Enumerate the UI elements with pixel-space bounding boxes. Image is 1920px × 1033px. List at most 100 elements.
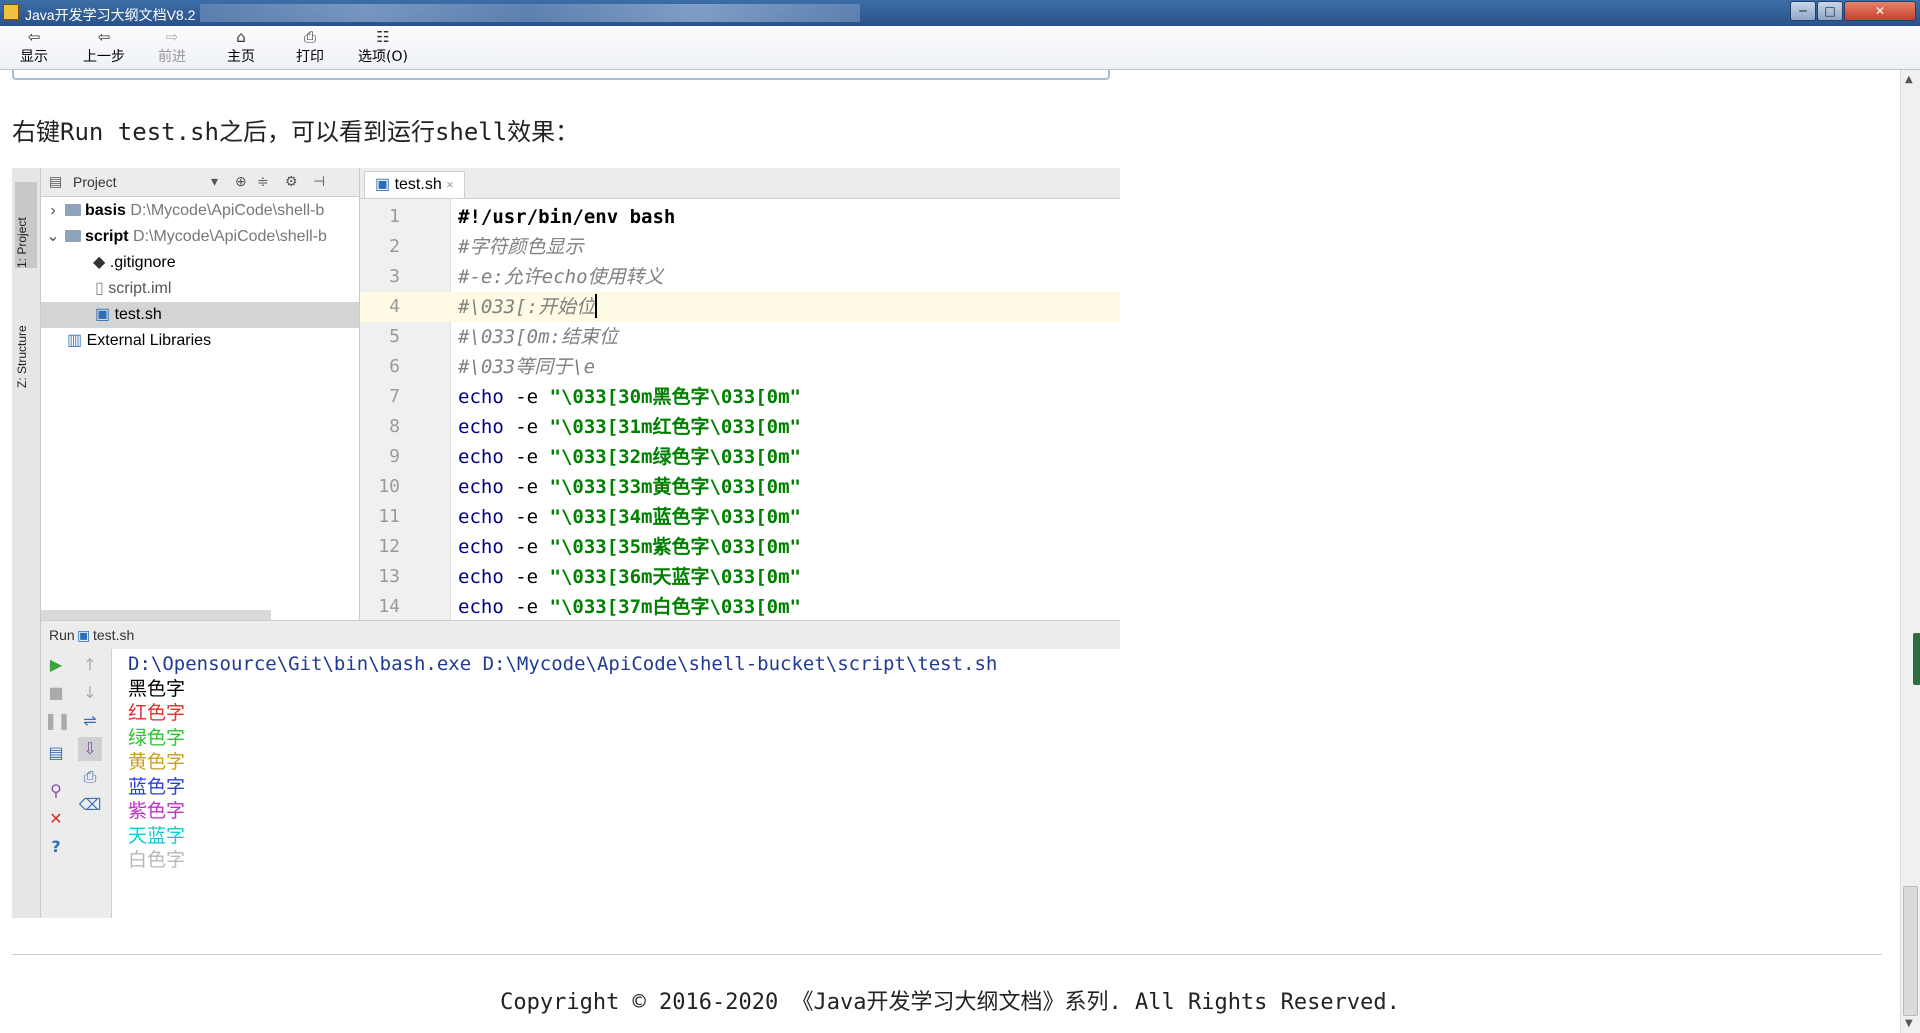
code-line[interactable]: 6 #\033等同于\e: [360, 352, 1120, 382]
code-token: "\033[37m白色字\033[0m": [549, 596, 801, 618]
options-icon: ☷: [376, 28, 390, 46]
project-tool-tab[interactable]: 1: Project: [15, 182, 37, 268]
options-label: 选项(O): [358, 49, 408, 65]
footer-copyright: Copyright © 2016-2020 《Java开发学习大纲文档》系列. …: [500, 990, 1400, 1015]
print-button[interactable]: ⎙ 打印: [280, 28, 340, 68]
code-line[interactable]: 8 echo -e "\033[31m红色字\033[0m": [360, 412, 1120, 442]
code-line[interactable]: 11 echo -e "\033[34m蓝色字\033[0m": [360, 502, 1120, 532]
help-icon[interactable]: ?: [44, 835, 68, 859]
line-number: 10: [378, 476, 400, 497]
code-editor[interactable]: ▣ test.sh × 1 #!/usr/bin/env bash 2 #字符颜色显示…: [360, 168, 1120, 620]
code-line[interactable]: 5 #\033[0m:结束位: [360, 322, 1120, 352]
tree-item-label: External Libraries: [86, 332, 212, 349]
scroll-up-icon[interactable]: ↑: [78, 653, 102, 677]
code-token: echo: [458, 566, 504, 588]
expand-arrow-icon[interactable]: ›: [41, 198, 65, 224]
app-icon: [3, 4, 19, 20]
run-toolbar: ▶ ↑ ■ ↓ ❚❚ ⇌ ▤ ⇩ ⎙ ⚲ ⌫ ✕ ?: [41, 649, 112, 918]
collapse-all-icon[interactable]: ≑: [257, 173, 269, 190]
code-token: "\033[36m天蓝字\033[0m": [549, 566, 801, 588]
collapse-arrow-icon[interactable]: ⌄: [41, 224, 65, 250]
line-number: 12: [378, 536, 400, 557]
maximize-button[interactable]: □: [1817, 1, 1843, 21]
minimize-button[interactable]: ─: [1790, 1, 1816, 21]
vertical-scrollbar[interactable]: ▲ ▼: [1900, 70, 1920, 1033]
locate-icon[interactable]: ⊕: [235, 173, 247, 190]
line-number: 14: [378, 596, 400, 617]
forward-button[interactable]: ⇨ 前进: [142, 28, 202, 68]
code-line[interactable]: 7 echo -e "\033[30m黑色字\033[0m": [360, 382, 1120, 412]
code-token: -e: [503, 536, 550, 558]
code-token: echo: [458, 416, 504, 438]
options-button[interactable]: ☷ 选项(O): [348, 28, 418, 68]
scroll-down-icon[interactable]: ↓: [78, 681, 102, 705]
home-label: 主页: [227, 49, 255, 65]
file-icon: ▯: [95, 280, 104, 297]
layout-icon[interactable]: ▤: [44, 741, 68, 765]
hide-panel-icon[interactable]: ⊣: [313, 173, 325, 190]
scroll-up-arrow-icon[interactable]: ▲: [1905, 74, 1913, 85]
code-text: echo -e "\033[35m紫色字\033[0m": [458, 532, 801, 562]
tree-item-label: .gitignore: [109, 254, 176, 271]
code-token: echo: [458, 386, 504, 408]
tree-item-script[interactable]: ⌄ script D:\Mycode\ApiCode\shell-b: [41, 224, 359, 250]
project-panel: ▤ Project ▾ ⊕ ≑ ⚙ ⊣ › basis D:\Mycode\Api…: [41, 168, 360, 620]
folder-icon: [65, 204, 81, 216]
run-config-name[interactable]: test.sh: [93, 627, 134, 643]
pin-icon[interactable]: ⚲: [44, 779, 68, 803]
print-output-icon[interactable]: ⎙: [78, 765, 102, 789]
code-token: #字符颜色显示: [458, 236, 584, 258]
pause-icon[interactable]: ❚❚: [44, 709, 71, 733]
structure-tool-tab[interactable]: Z: Structure: [15, 288, 37, 388]
code-line[interactable]: 4 #\033[:开始位: [360, 292, 1120, 322]
code-token: -e: [503, 506, 550, 528]
code-text: echo -e "\033[37m白色字\033[0m": [458, 592, 801, 622]
back-button[interactable]: ⇦ 上一步: [74, 28, 134, 68]
stop-icon[interactable]: ■: [44, 681, 68, 705]
intro-paragraph: 右键Run test.sh之后，可以看到运行shell效果：: [12, 118, 580, 146]
console-line: D:\Opensource\Git\bin\bash.exe D:\Mycode…: [128, 653, 998, 675]
shell-file-icon: ▣: [95, 306, 111, 323]
tree-item-external-libraries[interactable]: ▥ External Libraries: [41, 328, 359, 354]
line-number: 7: [389, 386, 400, 407]
tree-item-label: script: [85, 228, 129, 245]
help-toolbar: ⇦ 显示 ⇦ 上一步 ⇨ 前进 ⌂ 主页 ⎙ 打印 ☷ 选项(O): [0, 26, 1920, 70]
line-number: 9: [389, 446, 400, 467]
code-token: echo: [458, 506, 504, 528]
code-line[interactable]: 2 #字符颜色显示: [360, 232, 1120, 262]
gear-icon[interactable]: ⚙: [285, 173, 298, 190]
code-token: #\033[:开始位: [458, 296, 596, 318]
code-line[interactable]: 12 echo -e "\033[35m紫色字\033[0m": [360, 532, 1120, 562]
home-button[interactable]: ⌂ 主页: [211, 28, 271, 68]
soft-wrap-icon[interactable]: ⇌: [78, 709, 102, 733]
tree-item-gitignore[interactable]: ◆ .gitignore: [41, 250, 359, 276]
ide-screenshot: 1: Project Z: Structure ▤ Project ▾ ⊕ ≑ …: [12, 168, 1120, 918]
run-console-output[interactable]: D:\Opensource\Git\bin\bash.exe D:\Mycode…: [112, 649, 1120, 918]
code-line[interactable]: 9 echo -e "\033[32m绿色字\033[0m": [360, 442, 1120, 472]
code-line[interactable]: 10 echo -e "\033[33m黄色字\033[0m": [360, 472, 1120, 502]
editor-tab-bar: ▣ test.sh ×: [360, 168, 1120, 199]
code-line[interactable]: 14 echo -e "\033[37m白色字\033[0m": [360, 592, 1120, 622]
scrollbar-thumb[interactable]: [1903, 886, 1918, 1016]
scroll-to-end-icon[interactable]: ⇩: [78, 737, 102, 761]
tree-item-test-sh[interactable]: ▣ test.sh: [41, 302, 359, 328]
code-line[interactable]: 3 #-e:允许echo使用转义: [360, 262, 1120, 292]
tree-item-script-iml[interactable]: ▯ script.iml: [41, 276, 359, 302]
editor-tab-test-sh[interactable]: ▣ test.sh ×: [364, 171, 465, 198]
code-token: #\033[0m:结束位: [458, 326, 618, 348]
show-button[interactable]: ⇦ 显示: [4, 28, 64, 68]
code-line[interactable]: 1 #!/usr/bin/env bash: [360, 202, 1120, 232]
close-button[interactable]: ✕: [1844, 1, 1916, 21]
scroll-down-arrow-icon[interactable]: ▼: [1905, 1018, 1913, 1029]
close-tab-icon[interactable]: ×: [446, 177, 454, 192]
line-number: 2: [389, 236, 400, 257]
tree-item-basis[interactable]: › basis D:\Mycode\ApiCode\shell-b: [41, 198, 359, 224]
line-number: 13: [378, 566, 400, 587]
clear-all-icon[interactable]: ⌫: [78, 793, 102, 817]
dropdown-chevron-icon[interactable]: ▾: [211, 173, 218, 190]
rerun-icon[interactable]: ▶: [44, 653, 68, 677]
close-run-icon[interactable]: ✕: [44, 807, 68, 831]
show-icon: ⇦: [27, 28, 41, 46]
horizontal-scrollbar[interactable]: [41, 610, 271, 620]
code-line[interactable]: 13 echo -e "\033[36m天蓝字\033[0m": [360, 562, 1120, 592]
